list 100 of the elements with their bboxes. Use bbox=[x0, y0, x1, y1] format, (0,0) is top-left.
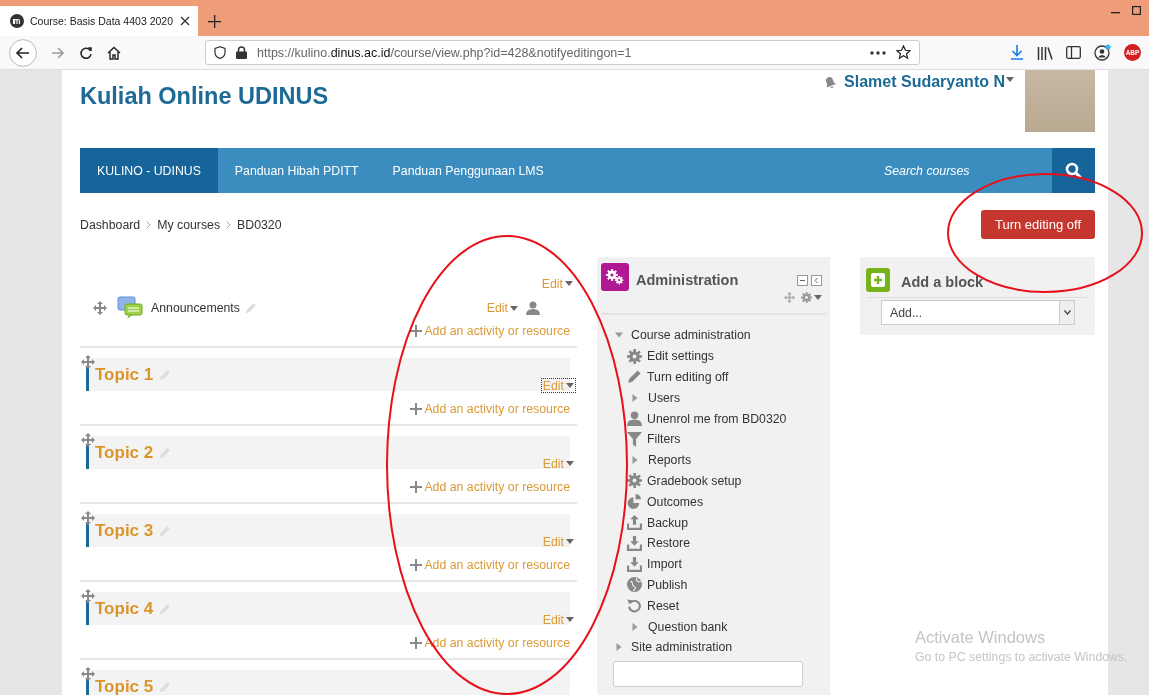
account-icon[interactable] bbox=[1094, 44, 1111, 61]
reload-icon[interactable] bbox=[79, 45, 93, 60]
forward-icon[interactable] bbox=[51, 45, 65, 60]
admin-menu-label: Unenrol me from BD0320 bbox=[647, 411, 787, 426]
move-icon[interactable] bbox=[93, 301, 107, 315]
search-icon bbox=[1065, 162, 1082, 179]
move-icon[interactable] bbox=[81, 589, 95, 603]
admin-menu-item[interactable]: Import bbox=[615, 553, 826, 575]
download-icon bbox=[627, 556, 642, 572]
admin-menu-item[interactable]: Reset bbox=[615, 595, 826, 617]
admin-menu-item[interactable]: Question bank bbox=[615, 616, 826, 637]
admin-menu-label: Course administration bbox=[631, 328, 751, 343]
hide-block-icon[interactable] bbox=[797, 275, 808, 286]
turn-editing-off-button[interactable]: Turn editing off bbox=[981, 210, 1095, 239]
admin-menu-item[interactable]: Turn editing off bbox=[615, 366, 826, 388]
sidebar-icon[interactable] bbox=[1066, 46, 1081, 59]
star-icon[interactable] bbox=[896, 45, 911, 60]
search-button[interactable] bbox=[1052, 148, 1095, 193]
section-marker bbox=[86, 600, 89, 625]
pencil-icon bbox=[627, 369, 642, 385]
move-icon[interactable] bbox=[81, 511, 95, 525]
gear-icon[interactable] bbox=[801, 292, 812, 303]
admin-menu-item[interactable]: Backup bbox=[615, 512, 826, 533]
bell-icon[interactable] bbox=[824, 75, 837, 89]
site-title[interactable]: Kuliah Online UDINUS bbox=[80, 83, 825, 148]
activity-name[interactable]: Announcements bbox=[151, 301, 240, 315]
new-tab-icon[interactable] bbox=[208, 15, 221, 28]
lock-icon[interactable] bbox=[236, 46, 247, 59]
user-icon bbox=[627, 411, 642, 427]
admin-menu-label: Reset bbox=[647, 598, 680, 613]
admin-menu-item[interactable]: Restore bbox=[615, 532, 826, 554]
admin-menu-label: Filters bbox=[647, 432, 681, 447]
section-marker bbox=[86, 444, 89, 469]
address-bar[interactable]: https://kulino.dinus.ac.id/course/view.php?id=428&notifyeditingon=1 bbox=[205, 40, 920, 65]
admin-search-field[interactable] bbox=[613, 660, 803, 687]
admin-menu-label: Users bbox=[648, 390, 681, 405]
admin-menu-item[interactable]: Site administration bbox=[615, 636, 826, 658]
admin-menu-item[interactable]: Unenrol me from BD0320 bbox=[615, 408, 826, 429]
admin-menu-item[interactable]: Publish bbox=[615, 574, 826, 596]
move-icon[interactable] bbox=[81, 433, 95, 447]
breadcrumb-link[interactable]: BD0320 bbox=[237, 217, 282, 232]
triangle-icon[interactable] bbox=[615, 643, 623, 652]
breadcrumb-link[interactable]: My courses bbox=[157, 217, 221, 232]
admin-menu-label: Publish bbox=[647, 577, 688, 592]
triangle-icon[interactable] bbox=[615, 331, 623, 340]
caret-icon bbox=[566, 617, 574, 622]
gear-icon bbox=[627, 348, 642, 364]
add-block-select[interactable]: Add... bbox=[881, 300, 1075, 325]
block-title: Add a block bbox=[901, 273, 984, 290]
search-field[interactable]: Search courses bbox=[884, 148, 1052, 193]
plus-icon bbox=[410, 403, 423, 415]
globe-icon bbox=[627, 577, 642, 593]
move-icon[interactable] bbox=[81, 355, 95, 369]
browser-tab[interactable]: Course: Basis Data 4403 2020 bbox=[0, 6, 198, 36]
admin-menu-item[interactable]: Course administration bbox=[615, 325, 826, 346]
nav-link[interactable]: Panduan Hibah PDITT bbox=[217, 148, 376, 193]
dock-block-icon[interactable] bbox=[811, 275, 822, 286]
triangle-icon[interactable] bbox=[631, 622, 639, 631]
activation-text: Go to PC settings to activate Windows. bbox=[915, 650, 1128, 664]
triangle-icon[interactable] bbox=[631, 456, 639, 465]
admin-menu-label: Outcomes bbox=[647, 494, 704, 509]
nav-link[interactable]: Panduan Penggunaan LMS bbox=[375, 148, 561, 193]
download-icon[interactable] bbox=[1010, 45, 1024, 60]
more-icon[interactable] bbox=[870, 50, 886, 55]
filter-icon bbox=[627, 431, 642, 447]
admin-menu-label: Reports bbox=[648, 453, 692, 468]
home-icon[interactable] bbox=[107, 45, 121, 60]
admin-menu-item[interactable]: Users bbox=[615, 387, 826, 409]
caret-icon bbox=[1006, 76, 1014, 82]
breadcrumb-link[interactable]: Dashboard bbox=[80, 217, 141, 232]
add-block-icon bbox=[866, 267, 890, 292]
forum-icon bbox=[117, 296, 143, 320]
admin-menu-item[interactable]: Gradebook setup bbox=[615, 470, 826, 492]
library-icon[interactable] bbox=[1037, 45, 1053, 60]
caret-icon bbox=[814, 295, 822, 300]
site-logo-icon bbox=[10, 14, 24, 28]
triangle-icon[interactable] bbox=[631, 393, 639, 402]
shield-icon[interactable] bbox=[214, 46, 226, 59]
admin-menu-label: Import bbox=[647, 557, 682, 572]
chevron-icon bbox=[146, 220, 152, 229]
user-icon[interactable] bbox=[526, 301, 540, 315]
admin-menu-item[interactable]: Reports bbox=[615, 449, 826, 471]
back-icon[interactable] bbox=[9, 38, 37, 67]
user-menu-link[interactable]: Slamet Sudaryanto N bbox=[844, 73, 1005, 91]
caret-icon bbox=[566, 539, 574, 544]
admin-menu-label: Site administration bbox=[631, 640, 733, 655]
admin-menu-item[interactable]: Outcomes bbox=[615, 491, 826, 513]
admin-menu-item[interactable]: Filters bbox=[615, 429, 826, 450]
move-icon[interactable] bbox=[784, 292, 795, 303]
close-icon[interactable] bbox=[180, 16, 190, 26]
move-icon[interactable] bbox=[81, 667, 95, 681]
maximize-icon[interactable] bbox=[1132, 6, 1141, 15]
upload-icon bbox=[627, 515, 642, 531]
nav-link[interactable]: KULINO - UDINUS bbox=[80, 148, 218, 193]
section-marker bbox=[86, 366, 89, 391]
caret-icon bbox=[566, 461, 574, 466]
admin-menu-item[interactable]: Edit settings bbox=[615, 345, 826, 367]
section-marker bbox=[86, 522, 89, 547]
gears-drawing bbox=[606, 269, 624, 285]
caret-icon bbox=[566, 383, 574, 388]
